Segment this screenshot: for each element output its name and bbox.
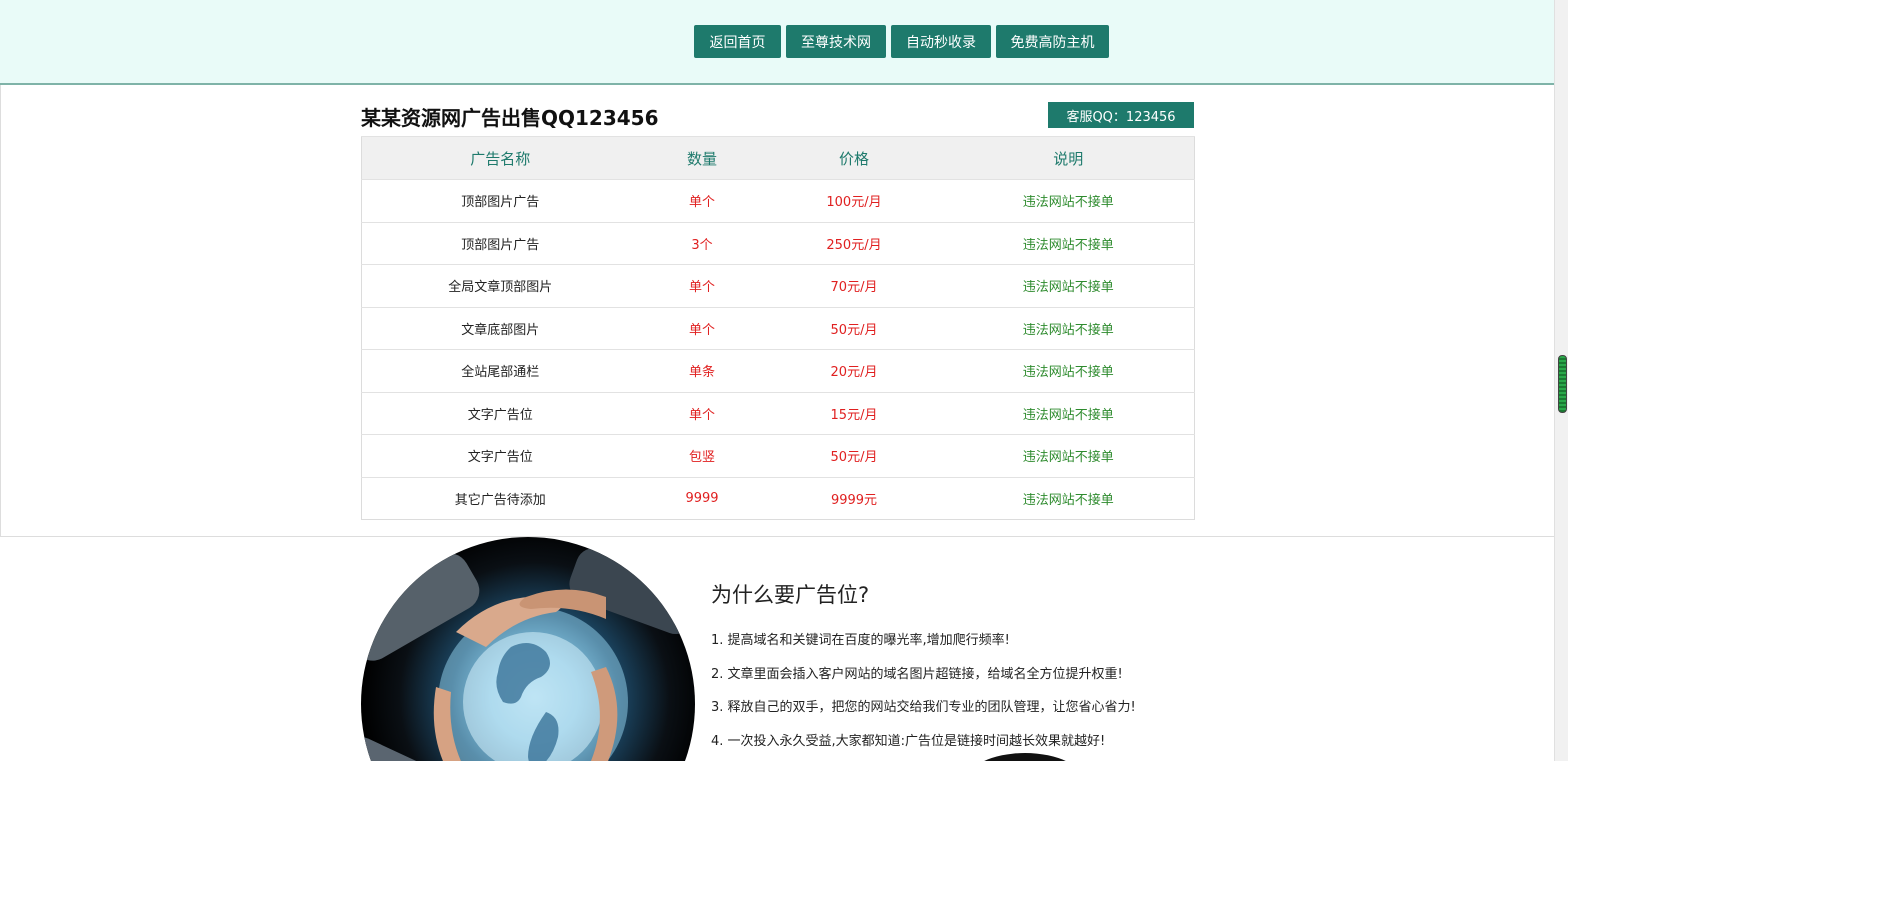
ad-price-cell: 250元/月 [765, 221, 943, 265]
ad-qty-cell: 单个 [638, 179, 766, 222]
why-item: 1. 提高域名和关键词在百度的曝光率,增加爬行频率! [711, 633, 1010, 648]
column-header-name: 广告名称 [361, 136, 639, 180]
ad-price-cell: 70元/月 [765, 264, 943, 307]
ad-price-cell: 50元/月 [765, 434, 943, 477]
table-row: 全局文章顶部图片 单个 70元/月 违法网站不接单 [361, 264, 1195, 307]
table-row: 文章底部图片 单个 50元/月 违法网站不接单 [361, 306, 1195, 350]
column-header-qty: 数量 [638, 136, 766, 180]
table-header-row: 广告名称 数量 价格 说明 [361, 136, 1195, 180]
ad-name-cell: 顶部图片广告 [361, 179, 639, 222]
ad-note-cell: 违法网站不接单 [942, 264, 1195, 307]
table-row: 文字广告位 单个 15元/月 违法网站不接单 [361, 391, 1195, 435]
ad-qty-cell: 单条 [638, 349, 766, 392]
ad-name-cell: 文字广告位 [361, 391, 639, 435]
why-title: 为什么要广告位? [711, 583, 870, 607]
table-row: 全站尾部通栏 单条 20元/月 违法网站不接单 [361, 349, 1195, 392]
ad-name-cell: 顶部图片广告 [361, 221, 639, 265]
ad-qty-cell: 单个 [638, 306, 766, 350]
ad-qty-cell: 9999 [638, 476, 766, 520]
ad-name-cell: 全站尾部通栏 [361, 349, 639, 392]
why-item: 4. 一次投入永久受益,大家都知道:广告位是链接时间越长效果就越好! [711, 734, 1106, 749]
why-item: 3. 释放自己的双手，把您的网站交给我们专业的团队管理，让您省心省力! [711, 700, 1136, 715]
ad-price-cell: 15元/月 [765, 391, 943, 435]
ad-qty-cell: 单个 [638, 391, 766, 435]
globe-hands-image [361, 537, 695, 761]
ad-price-cell: 9999元 [765, 476, 943, 520]
top-bar: 返回首页 至尊技术网 自动秒收录 免费高防主机 [0, 0, 1554, 85]
ad-note-cell: 违法网站不接单 [942, 179, 1195, 222]
page-title: 某某资源网广告出售QQ123456 [361, 106, 659, 130]
qq-contact-button[interactable]: 客服QQ：123456 [1048, 102, 1194, 128]
nav-home-button[interactable]: 返回首页 [694, 25, 781, 58]
ad-note-cell: 违法网站不接单 [942, 306, 1195, 350]
nav-tech-site-button[interactable]: 至尊技术网 [786, 25, 886, 58]
ad-price-cell: 50元/月 [765, 306, 943, 350]
ad-qty-cell: 单个 [638, 264, 766, 307]
ad-price-cell: 100元/月 [765, 179, 943, 222]
top-nav: 返回首页 至尊技术网 自动秒收录 免费高防主机 [694, 25, 1109, 58]
page-scrollbar[interactable] [1554, 0, 1568, 761]
ad-qty-cell: 包竖 [638, 434, 766, 477]
table-row: 文字广告位 包竖 50元/月 违法网站不接单 [361, 434, 1195, 477]
column-header-price: 价格 [765, 136, 943, 180]
ad-note-cell: 违法网站不接单 [942, 349, 1195, 392]
why-section: 为什么要广告位? 1. 提高域名和关键词在百度的曝光率,增加爬行频率! 2. 文… [0, 537, 1554, 761]
decorative-circle-image [965, 753, 1085, 761]
ad-price-table: 广告名称 数量 价格 说明 顶部图片广告 单个 100元/月 违法网站不接单 顶… [361, 136, 1195, 520]
column-header-note: 说明 [942, 136, 1195, 180]
globe-illustration [361, 548, 695, 761]
ad-note-cell: 违法网站不接单 [942, 434, 1195, 477]
ad-note-cell: 违法网站不接单 [942, 391, 1195, 435]
why-item: 2. 文章里面会插入客户网站的域名图片超链接，给域名全方位提升权重! [711, 667, 1123, 682]
nav-auto-index-button[interactable]: 自动秒收录 [891, 25, 991, 58]
ad-price-cell: 20元/月 [765, 349, 943, 392]
table-row: 顶部图片广告 单个 100元/月 违法网站不接单 [361, 179, 1195, 222]
nav-free-host-button[interactable]: 免费高防主机 [996, 25, 1109, 58]
scrollbar-thumb[interactable] [1558, 355, 1567, 413]
ad-name-cell: 其它广告待添加 [361, 476, 639, 520]
ad-note-cell: 违法网站不接单 [942, 221, 1195, 265]
ad-note-cell: 违法网站不接单 [942, 476, 1195, 520]
ad-name-cell: 文字广告位 [361, 434, 639, 477]
table-row: 顶部图片广告 3个 250元/月 违法网站不接单 [361, 221, 1195, 265]
ad-qty-cell: 3个 [638, 221, 766, 265]
ad-name-cell: 文章底部图片 [361, 306, 639, 350]
ad-name-cell: 全局文章顶部图片 [361, 264, 639, 307]
table-row: 其它广告待添加 9999 9999元 违法网站不接单 [361, 476, 1195, 520]
